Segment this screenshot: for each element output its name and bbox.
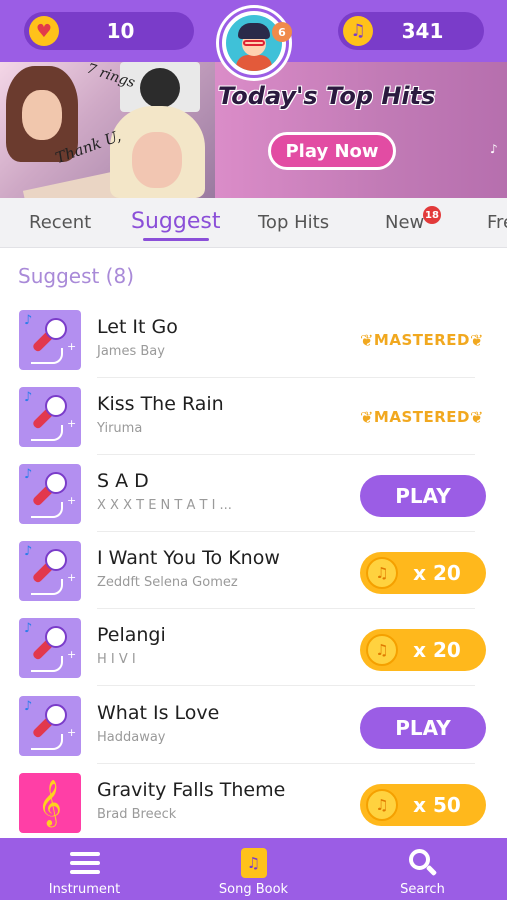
mastered-badge: ❦ MASTERED ❦ [360, 330, 484, 350]
nav-label: Search [400, 882, 445, 897]
music-note-coin-icon: ♫ [366, 557, 398, 589]
play-now-button[interactable]: Play Now [268, 132, 396, 170]
laurel-icon: ❦ [360, 407, 374, 427]
mastered-badge: ❦ MASTERED ❦ [360, 407, 484, 427]
unlock-cost: x 50 [413, 793, 461, 817]
laurel-icon: ❦ [360, 330, 374, 350]
nav-search[interactable]: Search [338, 838, 507, 900]
unlock-cost: x 20 [413, 561, 461, 585]
featured-banner[interactable]: 7 rings Thank U, Today's Top Hits Play N… [0, 62, 507, 198]
tab-suggest[interactable]: Suggest [131, 209, 220, 234]
section-title: Suggest (8) [18, 264, 135, 288]
music-note-coin-icon: ♫ [366, 634, 398, 666]
search-icon [408, 849, 437, 877]
song-artist: Yiruma [97, 421, 143, 436]
song-title: Gravity Falls Theme [97, 779, 286, 801]
play-button[interactable]: PLAY [360, 707, 486, 749]
song-row[interactable]: ♪ + Let It Go James Bay ❦ MASTERED ❦ [0, 310, 507, 387]
category-tabs: Recent Suggest Top Hits New 18 Fre [0, 198, 507, 248]
songbook-icon: ♫ [240, 848, 267, 878]
music-note-icon: ♫ [343, 16, 373, 46]
song-row[interactable]: ♪ + Kiss The Rain Yiruma ❦ MASTERED ❦ [0, 387, 507, 464]
microphone-icon: ♪ + [19, 464, 81, 524]
song-artist: James Bay [97, 344, 165, 359]
unlock-button[interactable]: ♫ x 20 [360, 552, 486, 594]
avatar-image [226, 15, 282, 71]
notes-counter[interactable]: ♫ 341 [338, 12, 484, 50]
microphone-icon: ♪ + [19, 387, 81, 447]
banner-headline: Today's Top Hits [218, 82, 436, 110]
song-artist: Brad Breeck [97, 807, 177, 822]
song-title: Pelangi [97, 624, 166, 646]
song-title: I Want You To Know [97, 547, 280, 569]
song-artist: Zeddft Selena Gomez [97, 575, 238, 590]
unlock-button[interactable]: ♫ x 20 [360, 629, 486, 671]
song-title: What Is Love [97, 702, 220, 724]
unlock-cost: x 20 [413, 638, 461, 662]
song-row[interactable]: ♪ + I Want You To Know Zeddft Selena Gome… [0, 541, 507, 618]
sparkle-icon: ♪ [490, 142, 498, 156]
song-artist: Haddaway [97, 730, 166, 745]
bottom-navigation: Instrument ♫ Song Book Search [0, 838, 507, 900]
music-note-coin-icon: ♫ [366, 789, 398, 821]
laurel-icon: ❦ [469, 407, 484, 427]
microphone-icon: ♪ + [19, 541, 81, 601]
song-title: Kiss The Rain [97, 393, 224, 415]
microphone-icon: ♪ + [19, 696, 81, 756]
song-title: S A D [97, 470, 149, 492]
unlock-button[interactable]: ♫ x 50 [360, 784, 486, 826]
lives-counter[interactable]: ♥ 10 [24, 12, 194, 50]
divider [97, 685, 475, 686]
song-row[interactable]: ♪ + Pelangi H I V I ♫ x 20 [0, 618, 507, 695]
nav-label: Song Book [218, 882, 289, 897]
avatar[interactable] [219, 8, 289, 78]
divider [97, 454, 475, 455]
nav-label: Instrument [48, 882, 121, 897]
divider [97, 377, 475, 378]
song-artist: X X X T E N T A T I ... [97, 498, 232, 513]
heart-icon: ♥ [29, 16, 59, 46]
tab-top-hits[interactable]: Top Hits [258, 212, 329, 233]
microphone-icon: ♪ + [19, 618, 81, 678]
tab-free[interactable]: Fre [487, 212, 507, 233]
artist-collage-image: 7 rings Thank U, [0, 62, 215, 198]
nav-song-book[interactable]: ♫ Song Book [169, 838, 338, 900]
divider [97, 608, 475, 609]
tab-new[interactable]: New [385, 212, 424, 233]
treble-clef-icon: 𝄞 [19, 773, 81, 833]
avatar-level-badge: 6 [272, 22, 292, 42]
new-count-badge: 18 [423, 206, 441, 224]
tab-recent[interactable]: Recent [29, 212, 91, 233]
song-title: Let It Go [97, 316, 178, 338]
song-row[interactable]: ♪ + What Is Love Haddaway PLAY [0, 696, 507, 773]
divider [97, 763, 475, 764]
notes-value: 341 [401, 19, 444, 43]
divider [97, 531, 475, 532]
lives-value: 10 [106, 19, 135, 43]
nav-instrument[interactable]: Instrument [0, 838, 169, 900]
song-row[interactable]: ♪ + S A D X X X T E N T A T I ... PLAY [0, 464, 507, 541]
active-tab-indicator [143, 238, 209, 241]
microphone-icon: ♪ + [19, 310, 81, 370]
laurel-icon: ❦ [469, 330, 484, 350]
menu-icon [69, 852, 100, 874]
song-artist: H I V I [97, 652, 136, 667]
play-button[interactable]: PLAY [360, 475, 486, 517]
